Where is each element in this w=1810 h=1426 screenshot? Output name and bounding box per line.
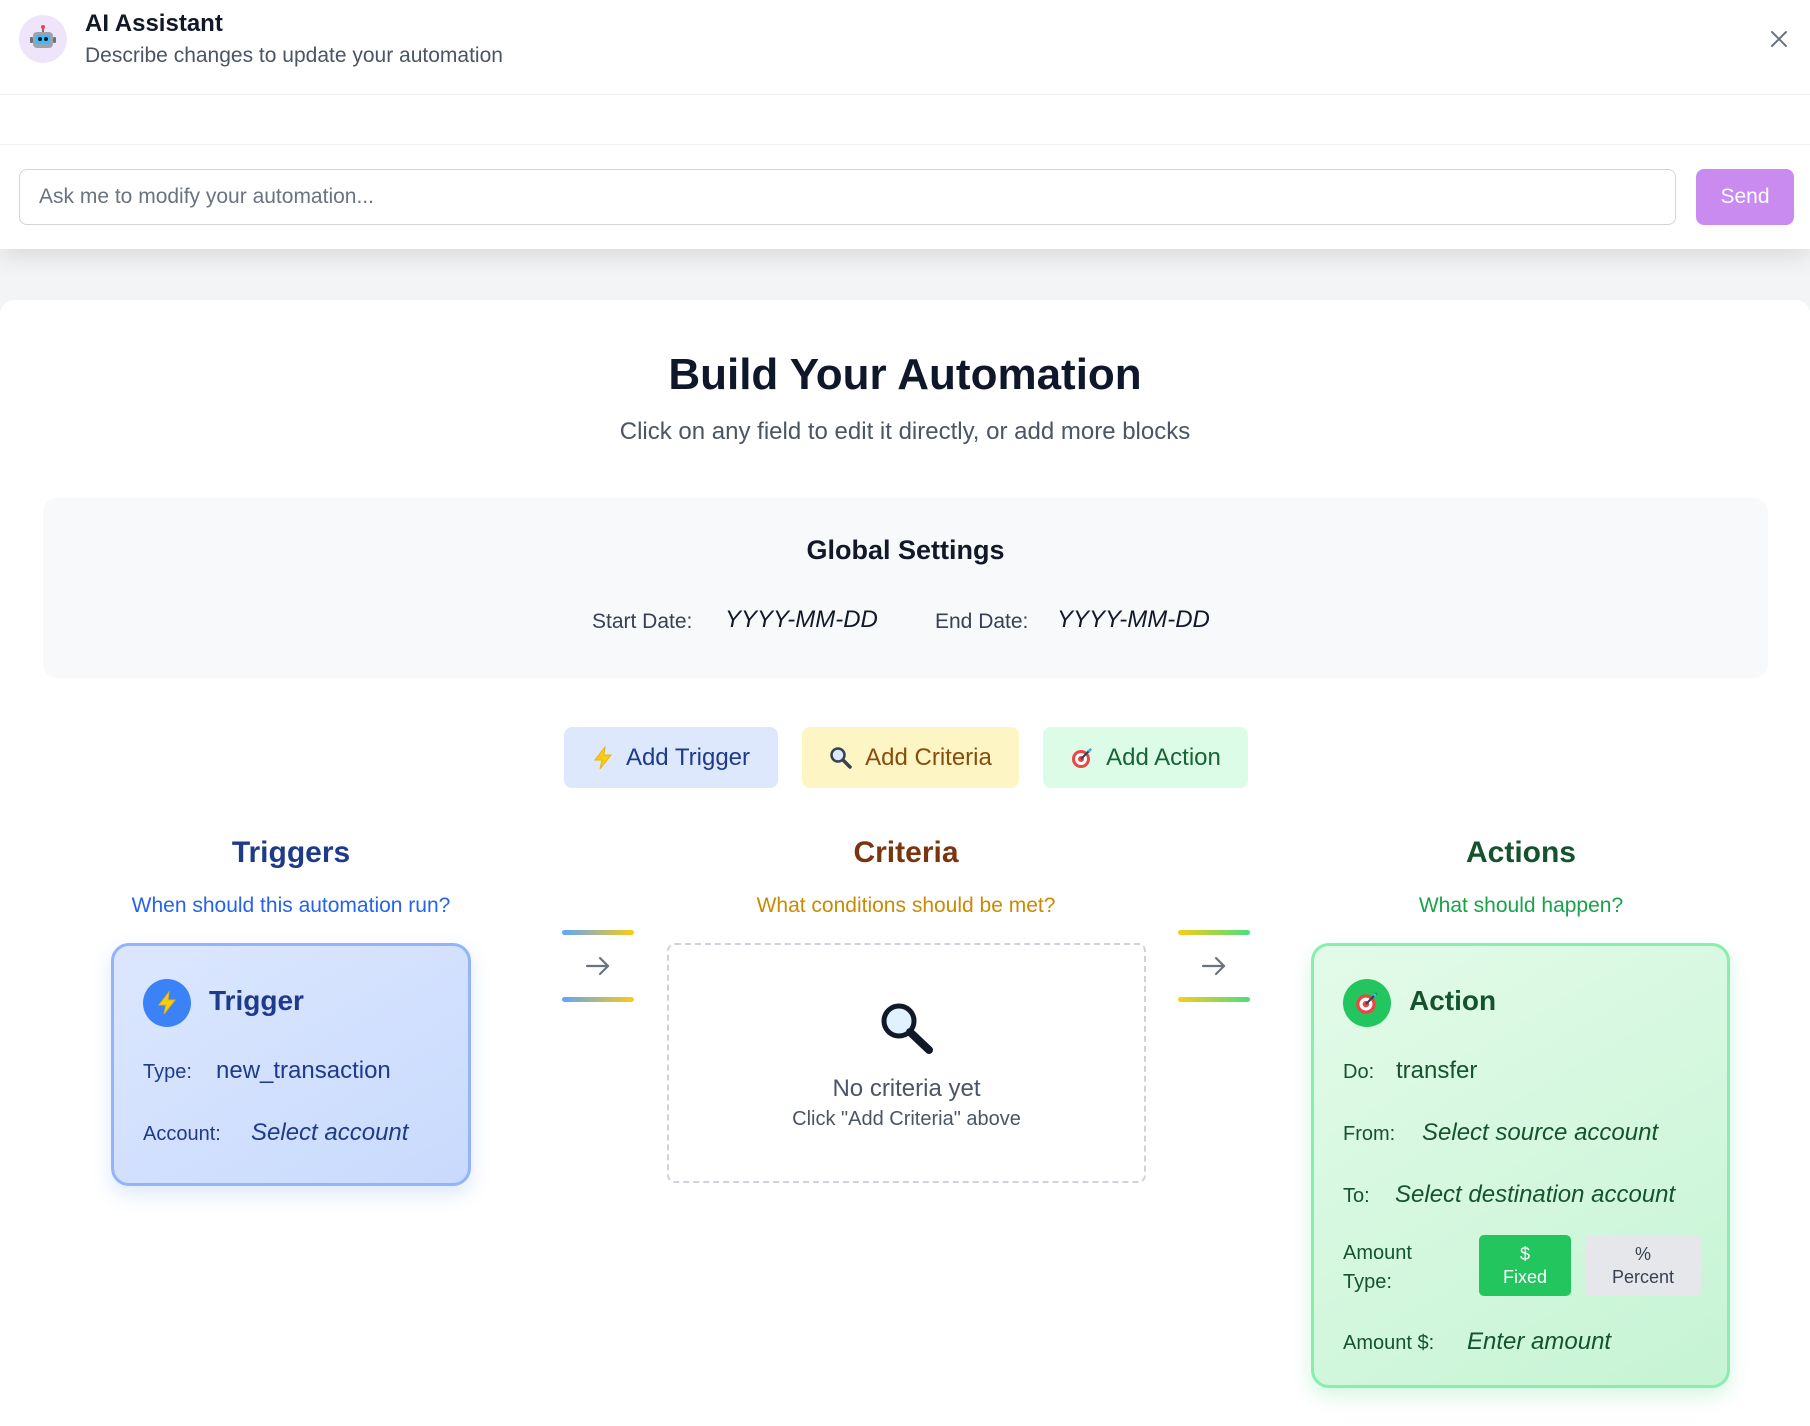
action-do-label: Do:: [1343, 1061, 1375, 1083]
global-settings-title: Global Settings: [806, 535, 1005, 565]
criteria-heading: Criteria: [853, 836, 959, 869]
end-date-label: End Date:: [935, 610, 1029, 633]
page-title: Build Your Automation: [668, 350, 1142, 399]
action-card[interactable]: Action Do: transfer From: Select source …: [1311, 943, 1730, 1388]
assistant-title: AI Assistant: [85, 10, 223, 37]
end-date-field[interactable]: YYYY-MM-DD: [1057, 606, 1210, 634]
close-icon: [1771, 31, 1787, 47]
fixed-label: Fixed: [1502, 1266, 1547, 1287]
trigger-account-field[interactable]: Select account: [251, 1119, 408, 1147]
criteria-empty-title: No criteria yet: [832, 1075, 981, 1102]
trigger-account-label: Account:: [143, 1123, 221, 1145]
target-icon: [1343, 979, 1391, 1027]
chat-input[interactable]: [19, 169, 1676, 225]
dollar-icon: $: [1519, 1243, 1530, 1264]
triggers-subheading: When should this automation run?: [131, 894, 451, 917]
arrow-right-icon: [585, 956, 610, 976]
criteria-action-connector: [1178, 930, 1250, 1006]
actions-subheading: What should happen?: [1418, 894, 1624, 917]
action-from-label: From:: [1343, 1123, 1396, 1145]
chat-input-row: Send: [19, 169, 1794, 225]
amount-type-percent-toggle[interactable]: % Percent: [1585, 1235, 1701, 1296]
close-button[interactable]: [1764, 24, 1794, 54]
amount-label: Amount $:: [1343, 1332, 1435, 1354]
action-to-field[interactable]: Select destination account: [1395, 1181, 1675, 1209]
add-action-label: Add Action: [1106, 743, 1221, 771]
start-date-field[interactable]: YYYY-MM-DD: [725, 606, 878, 634]
page-subtitle: Click on any field to edit it directly, …: [619, 418, 1191, 445]
amount-type-label-line2: Type:: [1343, 1271, 1392, 1293]
global-settings-panel: Global Settings Start Date: YYYY-MM-DD E…: [43, 498, 1768, 678]
lightning-icon: [143, 979, 191, 1027]
add-trigger-label: Add Trigger: [625, 743, 751, 771]
action-to-label: To:: [1343, 1185, 1370, 1207]
amount-type-label: Amount Type:: [1343, 1239, 1412, 1297]
amount-type-fixed-toggle[interactable]: $ Fixed: [1479, 1235, 1571, 1296]
assistant-subtitle: Describe changes to update your automati…: [85, 44, 503, 67]
automation-builder: Build Your Automation Click on any field…: [0, 300, 1810, 1426]
add-criteria-label: Add Criteria: [865, 743, 992, 771]
criteria-empty-hint: Click "Add Criteria" above: [792, 1108, 1021, 1130]
trigger-type-label: Type:: [143, 1061, 192, 1083]
send-button[interactable]: Send: [1696, 169, 1794, 225]
amount-type-label-line1: Amount: [1343, 1242, 1412, 1264]
add-action-button[interactable]: Add Action: [1043, 727, 1248, 788]
target-icon: [1072, 747, 1092, 768]
triggers-heading: Triggers: [231, 836, 351, 869]
trigger-card-title: Trigger: [209, 985, 304, 1016]
arrow-right-icon: [1201, 956, 1226, 976]
start-date-label: Start Date:: [592, 610, 693, 633]
criteria-empty-card: No criteria yet Click "Add Criteria" abo…: [667, 943, 1146, 1183]
action-from-field[interactable]: Select source account: [1422, 1119, 1658, 1147]
assistant-header: AI Assistant Describe changes to update …: [0, 0, 1810, 95]
amount-field[interactable]: Enter amount: [1467, 1328, 1611, 1356]
percent-icon: %: [1634, 1243, 1651, 1264]
add-trigger-button[interactable]: Add Trigger: [564, 727, 778, 788]
percent-label: Percent: [1611, 1266, 1675, 1287]
ai-assistant-panel: AI Assistant Describe changes to update …: [0, 0, 1810, 249]
robot-icon: [19, 15, 67, 63]
magnifier-icon: [830, 746, 852, 769]
actions-heading: Actions: [1465, 836, 1576, 869]
action-card-title: Action: [1409, 985, 1497, 1016]
action-do-field[interactable]: transfer: [1396, 1057, 1477, 1085]
chat-messages-area: [0, 95, 1810, 145]
trigger-card[interactable]: Trigger Type: new_transaction Account: S…: [111, 943, 471, 1186]
lightning-icon: [593, 745, 612, 769]
trigger-type-field[interactable]: new_transaction: [216, 1057, 391, 1085]
trigger-criteria-connector: [562, 930, 634, 1006]
add-criteria-button[interactable]: Add Criteria: [802, 727, 1019, 788]
criteria-subheading: What conditions should be met?: [756, 894, 1056, 917]
magnifier-icon: [881, 1003, 933, 1054]
